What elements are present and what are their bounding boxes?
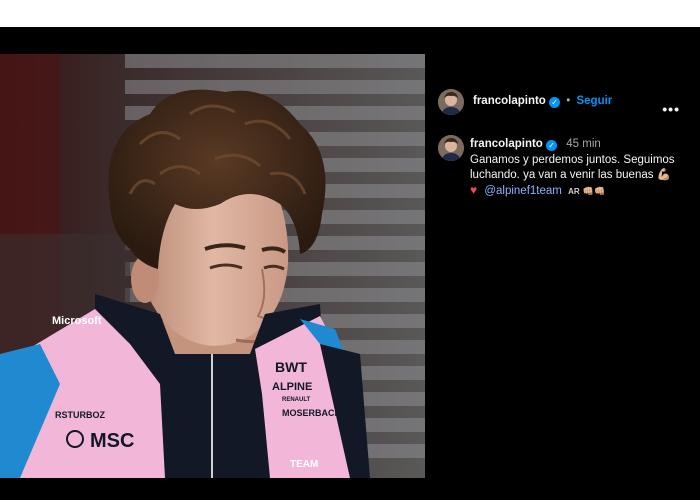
heart-icon: ♥ <box>470 183 478 197</box>
post-photo[interactable]: Microsoft BWT ALPINE RENAULT MOSERBACH R… <box>0 54 425 478</box>
browser-top-strip <box>0 0 700 27</box>
post-header: francolapinto ✓ • Seguir <box>438 89 688 115</box>
suit-logo-team: TEAM <box>290 459 318 470</box>
caption-username-link[interactable]: francolapinto <box>470 138 543 150</box>
fist-bump-emoji: 👊🏼👊🏼 <box>582 186 606 196</box>
header-username-link[interactable]: francolapinto <box>473 95 546 107</box>
follow-button[interactable]: Seguir <box>576 95 612 107</box>
avatar[interactable] <box>438 89 464 115</box>
caption-header: francolapinto ✓ 45 min <box>470 138 601 151</box>
post-info-panel: francolapinto ✓ • Seguir ••• francolapin… <box>425 54 700 478</box>
caption-text: Ganamos y perdemos juntos. Seguimos luch… <box>470 154 675 181</box>
driver-portrait-image: Microsoft BWT ALPINE RENAULT MOSERBACH R… <box>0 54 425 478</box>
avatar[interactable] <box>438 135 464 161</box>
flag-code: AR <box>568 187 580 196</box>
suit-logo-rsturbo: RSTURBOZ <box>55 410 105 420</box>
verified-badge-icon: ✓ <box>549 97 561 108</box>
more-options-icon[interactable]: ••• <box>662 101 680 117</box>
suit-logo-microsoft: Microsoft <box>52 315 102 327</box>
suit-logo-renault: RENAULT <box>282 397 311 403</box>
suit-logo-moser: MOSERBACH <box>282 408 341 418</box>
suit-logo-bwt: BWT <box>275 359 307 375</box>
suit-logo-msc: MSC <box>90 430 134 452</box>
header-user-line: francolapinto ✓ • Seguir <box>473 95 612 108</box>
caption-mention-line: ♥ @alpinef1team AR 👊🏼👊🏼 <box>470 183 605 197</box>
suit-logo-alpine: ALPINE <box>272 381 312 393</box>
verified-badge-icon: ✓ <box>546 140 558 151</box>
post-timestamp[interactable]: 45 min <box>566 138 601 150</box>
separator-dot: • <box>566 95 571 107</box>
mention-link[interactable]: @alpinef1team <box>484 185 562 197</box>
